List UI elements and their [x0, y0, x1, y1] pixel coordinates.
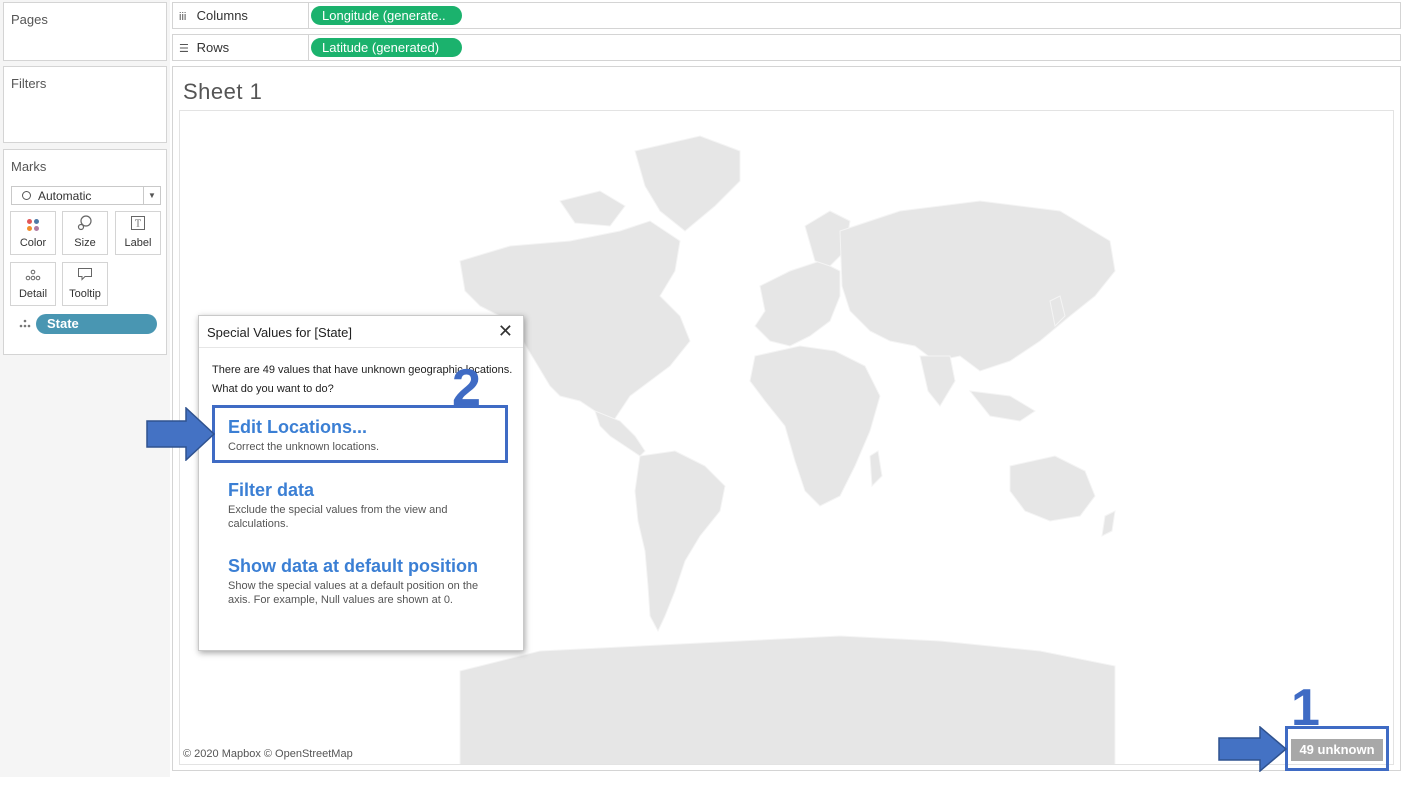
- filter-data-description: Exclude the special values from the view…: [228, 504, 448, 530]
- filters-title: Filters: [11, 76, 47, 91]
- columns-shelf-label: iii Columns: [179, 8, 248, 23]
- shelf-divider: [308, 35, 309, 60]
- tooltip-label: Tooltip: [69, 288, 101, 300]
- pages-title: Pages: [11, 12, 48, 27]
- annotation-arrow-right-icon: [1218, 726, 1288, 772]
- label-button[interactable]: T Label: [115, 211, 161, 255]
- longitude-pill[interactable]: Longitude (generate..: [311, 6, 462, 25]
- detail-label: Detail: [18, 288, 48, 300]
- filter-data-option[interactable]: Filter data Exclude the special values f…: [228, 479, 508, 531]
- map-credit: © 2020 Mapbox © OpenStreetMap: [183, 748, 353, 760]
- label-label: Label: [124, 237, 152, 249]
- mark-type-label: Automatic: [38, 189, 92, 203]
- marks-card: Marks Automatic ▼ Color Size T Label Det…: [3, 149, 167, 355]
- annotation-step-2: 2: [452, 359, 481, 417]
- detail-dots-icon: [18, 314, 32, 339]
- columns-label-text: Columns: [196, 8, 248, 23]
- columns-icon: iii: [179, 11, 187, 23]
- detail-dots-icon: [11, 266, 55, 288]
- filters-card[interactable]: Filters: [3, 66, 167, 143]
- latitude-pill[interactable]: Latitude (generated): [311, 38, 462, 57]
- state-field-pill[interactable]: State: [36, 314, 157, 334]
- tooltip-button[interactable]: Tooltip: [62, 262, 108, 306]
- tooltip-icon: [63, 266, 107, 288]
- close-icon[interactable]: ✕: [498, 321, 513, 342]
- circle-mark-icon: [22, 191, 31, 200]
- size-label: Size: [74, 237, 96, 249]
- show-default-position-option[interactable]: Show data at default position Show the s…: [228, 555, 498, 607]
- rows-shelf-label: ☰ Rows: [179, 40, 229, 55]
- dialog-title: Special Values for [State]: [207, 325, 353, 340]
- columns-shelf[interactable]: iii Columns Longitude (generate..: [172, 2, 1401, 29]
- color-label: Color: [19, 237, 47, 249]
- rows-shelf[interactable]: ☰ Rows Latitude (generated): [172, 34, 1401, 61]
- show-default-position-heading[interactable]: Show data at default position: [228, 555, 498, 578]
- detail-button[interactable]: Detail: [10, 262, 56, 306]
- dialog-message-line2: What do you want to do?: [212, 383, 334, 395]
- shelf-divider: [308, 3, 309, 28]
- marks-title: Marks: [11, 159, 47, 174]
- annotation-step-1: 1: [1291, 679, 1320, 737]
- rows-label-text: Rows: [196, 40, 230, 55]
- color-dots-icon: [11, 215, 55, 237]
- color-button[interactable]: Color: [10, 211, 56, 255]
- pages-card[interactable]: Pages: [3, 2, 167, 61]
- rows-icon: ☰: [179, 43, 189, 55]
- dialog-header: Special Values for [State] ✕: [199, 316, 523, 348]
- sheet-title[interactable]: Sheet 1: [183, 79, 262, 105]
- annotation-arrow-right-icon: [146, 407, 216, 461]
- svg-text:T: T: [135, 220, 141, 230]
- chevron-down-icon[interactable]: ▼: [143, 187, 160, 204]
- text-label-icon: T: [116, 215, 160, 237]
- mark-type-dropdown[interactable]: Automatic ▼: [11, 186, 161, 205]
- size-icon: [63, 215, 107, 237]
- filter-data-heading[interactable]: Filter data: [228, 479, 508, 502]
- size-button[interactable]: Size: [62, 211, 108, 255]
- show-default-position-description: Show the special values at a default pos…: [228, 580, 479, 606]
